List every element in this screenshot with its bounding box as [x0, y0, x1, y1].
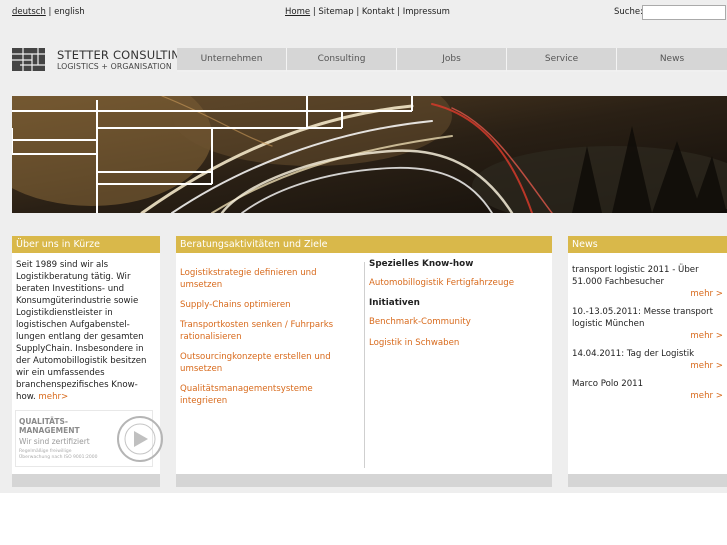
logo-subtitle: LOGISTICS + ORGANISATION	[57, 62, 172, 71]
news-more-link[interactable]: mehr >	[572, 331, 727, 341]
knowhow-title: Spezielles Know-how	[369, 259, 474, 269]
news-item-text: Marco Polo 2011	[572, 379, 644, 389]
beratung-footer-bar	[176, 474, 552, 487]
beratung-item-outsourcing[interactable]: Outsourcingkonzepte erstellen und umsetz…	[180, 351, 352, 375]
lang-deutsch-link[interactable]: deutsch	[12, 7, 46, 17]
lang-english-link[interactable]: english	[54, 7, 85, 17]
news-more-link[interactable]: mehr >	[572, 361, 727, 371]
initiative-schwaben-link[interactable]: Logistik in Schwaben	[369, 337, 549, 349]
cert-line-2: MANAGEMENT	[19, 426, 80, 435]
initiative-benchmark-link[interactable]: Benchmark-Community	[369, 316, 549, 328]
about-header: Über uns in Kürze	[12, 236, 160, 253]
nav-separator: |	[312, 7, 316, 17]
beratung-list: Logistikstrategie definieren und umsetze…	[180, 267, 352, 415]
certificate-seal-icon	[117, 416, 163, 462]
news-footer-bar	[568, 474, 727, 487]
beratung-item-transportkosten[interactable]: Transportkosten senken / Fuhrparks ratio…	[180, 319, 352, 343]
hero-highway-image	[12, 96, 727, 213]
kontakt-link[interactable]: Kontakt	[362, 7, 395, 17]
logo-mark-icon[interactable]	[12, 48, 45, 71]
tab-consulting[interactable]: Consulting	[287, 48, 397, 72]
about-text: Seit 1989 sind wir als Logistikberatung …	[16, 260, 147, 402]
news-list: transport logistic 2011 - Über 51.000 Fa…	[572, 264, 727, 408]
home-link[interactable]: Home	[285, 7, 310, 17]
about-text-block: Seit 1989 sind wir als Logistikberatung …	[16, 259, 156, 403]
news-more-link[interactable]: mehr >	[572, 391, 727, 401]
initiativen-title: Initiativen	[369, 298, 420, 308]
column-divider	[364, 262, 365, 468]
news-item-text: 10.-13.05.2011: Messe transport logistic…	[572, 307, 713, 329]
news-more-link[interactable]: mehr >	[572, 289, 727, 299]
impressum-link[interactable]: Impressum	[403, 7, 450, 17]
language-switch: deutsch | english	[12, 7, 85, 17]
cert-line-5: Überwachung nach ISO 9001:2000	[19, 455, 98, 460]
quality-certificate-badge[interactable]: QUALITÄTS- MANAGEMENT Wir sind zertifizi…	[15, 410, 163, 467]
beratung-item-qualitaet[interactable]: Qualitätsmanagementsysteme integrieren	[180, 383, 352, 407]
nav-separator: |	[397, 7, 401, 17]
tab-news[interactable]: News	[617, 48, 727, 72]
beratung-header: Beratungsaktivitäten und Ziele	[176, 236, 552, 253]
utility-nav: Home | Sitemap | Kontakt | Impressum	[285, 7, 450, 17]
logo-title[interactable]: STETTER CONSULTING	[57, 48, 189, 62]
beratung-right-column: Spezielles Know-how Automobillogistik Fe…	[369, 259, 549, 358]
beratung-item-supply-chains[interactable]: Supply-Chains optimieren	[180, 299, 352, 311]
search-input[interactable]	[642, 5, 726, 20]
about-more-link[interactable]: mehr>	[38, 392, 68, 402]
knowhow-link[interactable]: Automobillogistik Fertigfahrzeuge	[369, 277, 549, 289]
lang-separator: |	[48, 7, 52, 17]
cert-line-1: QUALITÄTS-	[19, 417, 68, 426]
tab-service[interactable]: Service	[507, 48, 617, 72]
beratung-item-strategie[interactable]: Logistikstrategie definieren und umsetze…	[180, 267, 352, 291]
main-nav: Unternehmen Consulting Jobs Service News	[177, 48, 727, 72]
news-item-text: transport logistic 2011 - Über 51.000 Fa…	[572, 265, 699, 287]
news-header: News	[568, 236, 727, 253]
tab-unternehmen[interactable]: Unternehmen	[177, 48, 287, 72]
news-item-text: 14.04.2011: Tag der Logistik	[572, 349, 695, 359]
sitemap-link[interactable]: Sitemap	[318, 7, 353, 17]
nav-separator: |	[356, 7, 360, 17]
search-label: Suche:	[614, 7, 643, 17]
cert-line-3: Wir sind zertifiziert	[19, 437, 90, 446]
about-footer-bar	[12, 474, 160, 487]
tab-jobs[interactable]: Jobs	[397, 48, 507, 72]
